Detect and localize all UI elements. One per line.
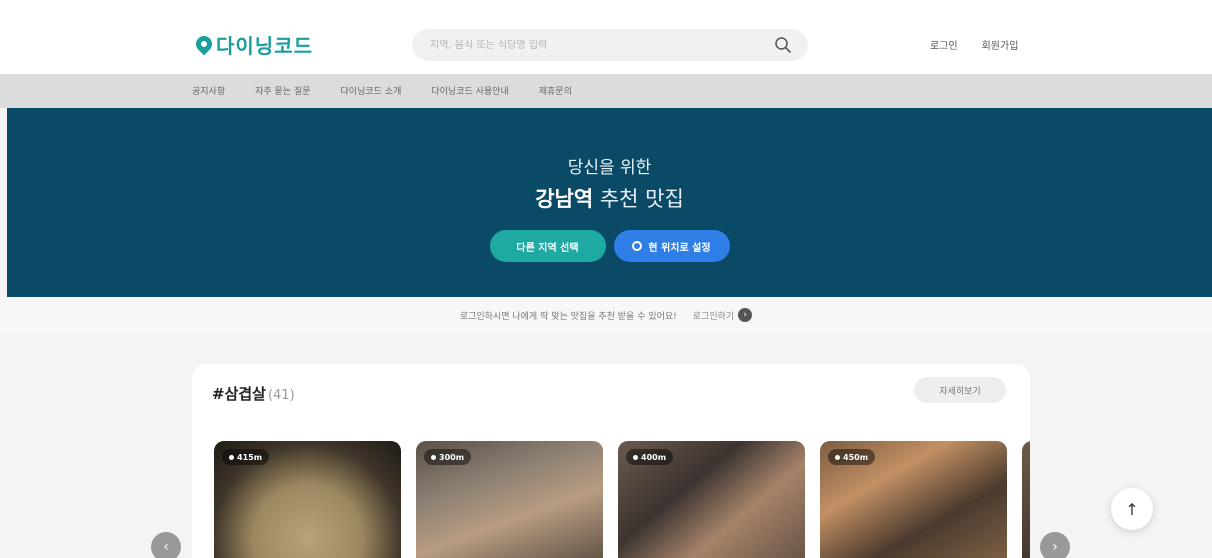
nav-item-guide[interactable]: 다이닝코드 사용안내 <box>431 84 508 97</box>
select-region-button[interactable]: 다른 지역 선택 <box>489 230 606 262</box>
nav-item-partnership[interactable]: 제휴문의 <box>539 84 572 97</box>
search-icon[interactable] <box>774 36 792 54</box>
logo-text: 다이닝코드 <box>216 33 313 58</box>
arrow-up-icon: ↑ <box>1125 499 1139 519</box>
signup-link[interactable]: 회원가입 <box>982 37 1019 52</box>
restaurant-cards: 415m 300m 400m 450m <box>214 441 1030 558</box>
distance-badge: 450m <box>828 449 876 465</box>
restaurant-card[interactable]: 400m <box>618 441 805 558</box>
search-input[interactable] <box>412 39 752 51</box>
account-links: 로그인 회원가입 <box>930 37 1018 52</box>
hero-title: 강남역 추천 맛집 <box>7 183 1212 213</box>
location-target-icon <box>632 241 643 251</box>
distance-badge: 415m <box>222 449 270 465</box>
hero-subtitle: 당신을 위한 <box>567 158 652 178</box>
nav-item-notice[interactable]: 공지사항 <box>192 84 225 97</box>
hero-banner: 당신을 위한 강남역 추천 맛집 다른 지역 선택 현 위치로 설정 <box>7 108 1212 297</box>
hero-title-rest: 추천 맛집 <box>593 187 684 211</box>
section-title: #삼겹살 (41) <box>212 383 295 404</box>
restaurant-card-partial[interactable] <box>1022 441 1030 558</box>
distance-text: 300m <box>439 452 465 462</box>
section-hashtag: #삼겹살 <box>212 385 266 403</box>
hero-buttons: 다른 지역 선택 현 위치로 설정 <box>7 230 1212 262</box>
hero-location: 강남역 <box>535 187 594 211</box>
chevron-left-icon: ‹ <box>163 539 169 555</box>
site-header: 다이닝코드 로그인 회원가입 <box>0 0 1212 74</box>
search-bar[interactable] <box>412 29 808 61</box>
distance-text: 400m <box>641 452 667 462</box>
carousel-next-button[interactable]: › <box>1040 532 1070 558</box>
location-pin-icon <box>229 454 234 460</box>
distance-badge: 400m <box>626 449 674 465</box>
select-region-label: 다른 지역 선택 <box>516 242 579 254</box>
chevron-right-icon: › <box>1052 539 1058 555</box>
main-nav: 공지사항 자주 묻는 질문 다이닝코드 소개 다이닝코드 사용안내 제휴문의 <box>0 74 1212 108</box>
carousel-prev-button[interactable]: ‹ <box>151 532 181 558</box>
login-prompt-strip: 로그인하시면 나에게 딱 맞는 맛집을 추천 받을 수 있어요! 로그인하기 › <box>0 297 1212 333</box>
logo-pin-icon <box>192 32 216 56</box>
logo[interactable]: 다이닝코드 <box>192 30 313 58</box>
login-prompt-link[interactable]: 로그인하기 › <box>692 308 753 322</box>
set-location-label: 현 위치로 설정 <box>648 242 711 254</box>
set-location-button[interactable]: 현 위치로 설정 <box>613 230 730 262</box>
restaurant-card[interactable]: 450m <box>820 441 1007 558</box>
location-pin-icon <box>431 454 436 460</box>
nav-item-faq[interactable]: 자주 묻는 질문 <box>255 84 310 97</box>
nav-item-about[interactable]: 다이닝코드 소개 <box>341 84 402 97</box>
restaurant-card[interactable]: 415m <box>214 441 401 558</box>
login-prompt-link-label: 로그인하기 <box>692 311 735 322</box>
more-button[interactable]: 자세히보기 <box>914 377 1006 403</box>
section-count: (41) <box>267 388 295 403</box>
restaurant-section: #삼겹살 (41) 자세히보기 415m 300m 400m 450m <box>192 364 1030 558</box>
scroll-top-button[interactable]: ↑ <box>1111 488 1153 530</box>
distance-text: 415m <box>237 452 263 462</box>
location-pin-icon <box>835 454 840 460</box>
login-prompt-text: 로그인하시면 나에게 딱 맞는 맛집을 추천 받을 수 있어요! <box>459 311 677 322</box>
distance-text: 450m <box>843 452 869 462</box>
login-link[interactable]: 로그인 <box>930 37 958 52</box>
location-pin-icon <box>633 454 638 460</box>
chevron-right-icon: › <box>738 308 753 322</box>
distance-badge: 300m <box>424 449 472 465</box>
restaurant-card[interactable]: 300m <box>416 441 603 558</box>
